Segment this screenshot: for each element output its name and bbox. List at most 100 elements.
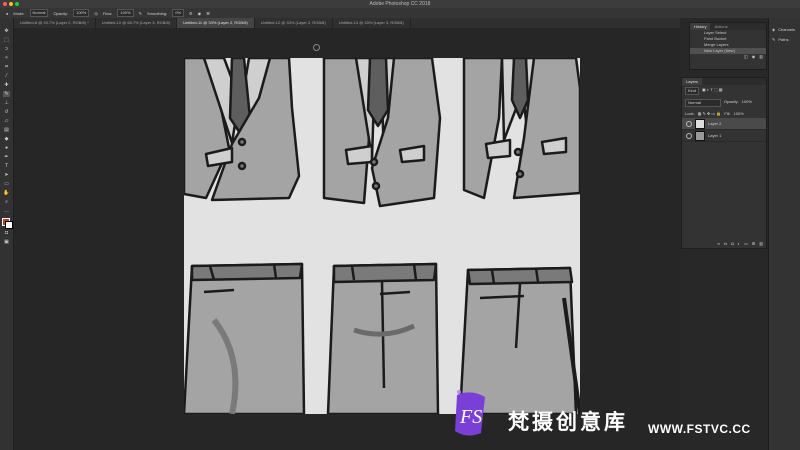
- tab-history[interactable]: History: [690, 23, 711, 30]
- minimize-window-button[interactable]: [9, 2, 13, 6]
- adjustment-icon[interactable]: ◐: [738, 241, 740, 246]
- fx-icon[interactable]: fx: [724, 241, 727, 246]
- fs-logo-icon: FS: [455, 390, 485, 436]
- screen-mode-icon[interactable]: ▣: [3, 239, 10, 245]
- mode-label: Mode:: [13, 10, 25, 16]
- link-icon[interactable]: ∞: [717, 241, 720, 246]
- collapsed-panels: ◈ Channels ✎ Paths: [768, 18, 800, 450]
- watermark-brand: 梵摄创意库: [508, 410, 628, 434]
- visibility-eye-icon[interactable]: [686, 120, 692, 127]
- tab-untitled-12[interactable]: Untitled-12 @ 33% (Layer 2, RGB/8): [255, 18, 333, 28]
- eraser-tool-icon[interactable]: ▱: [3, 118, 10, 124]
- tab-untitled-11[interactable]: Untitled-11 @ 33% (Layer 2, RGB/8): [177, 18, 255, 28]
- quick-mask-icon[interactable]: ◘: [3, 230, 10, 236]
- layer-opacity-field[interactable]: 100%: [742, 99, 752, 107]
- close-window-button[interactable]: [3, 2, 7, 6]
- smoothing-label: Smoothing:: [147, 10, 168, 16]
- blend-mode-select[interactable]: Normal: [685, 99, 721, 107]
- tab-untitled-10[interactable]: Untitled-10 @ 66.7% (Layer 3, RGB/8): [96, 18, 178, 28]
- lasso-tool-icon[interactable]: ↄ: [3, 46, 10, 52]
- airbrush-icon[interactable]: ✎: [139, 11, 142, 16]
- options-bar: ● Mode: Normal Opacity: 100% ◎ Flow: 100…: [0, 8, 800, 18]
- panel-dock: History Actions Layer Select Paint Bucke…: [680, 18, 768, 450]
- paths-panel-button[interactable]: ✎ Paths: [769, 34, 800, 44]
- symmetry-icon[interactable]: ⌘: [206, 11, 210, 16]
- brush-preset-icon[interactable]: ●: [6, 11, 8, 16]
- lock-icons[interactable]: ▦ ✎ ✥ ▭ 🔒: [698, 111, 722, 116]
- layer-name: Layer 1: [708, 133, 722, 138]
- document-tabs: Untitled-8 @ 33.7% (Layer 2, RGB/8) * Un…: [14, 18, 680, 28]
- settings-gear-icon[interactable]: ⚙: [189, 11, 193, 16]
- snapshot-icon[interactable]: ◫: [744, 54, 748, 59]
- zoom-tool-icon[interactable]: ⌕: [3, 199, 10, 205]
- healing-tool-icon[interactable]: ✚: [3, 82, 10, 88]
- stamp-tool-icon[interactable]: ⊥: [3, 100, 10, 106]
- history-brush-icon[interactable]: ↺: [3, 109, 10, 115]
- opacity-field[interactable]: 100%: [73, 9, 90, 17]
- tab-untitled-8[interactable]: Untitled-8 @ 33.7% (Layer 2, RGB/8) *: [14, 18, 96, 28]
- app-title: Adobe Photoshop CC 2018: [369, 1, 431, 7]
- layer-thumbnail: [695, 118, 705, 129]
- tab-untitled-13[interactable]: Untitled-13 @ 33% (Layer 3, RGB/8): [333, 18, 411, 28]
- channels-panel-button[interactable]: ◈ Channels: [769, 24, 800, 34]
- lock-label: Lock:: [685, 111, 695, 116]
- crop-tool-icon[interactable]: ⌗: [3, 64, 10, 70]
- pen-tool-icon[interactable]: ✒: [3, 154, 10, 160]
- layer-row[interactable]: Layer 1: [682, 130, 766, 142]
- pressure-opacity-icon[interactable]: ◎: [94, 11, 98, 16]
- background-color-swatch[interactable]: [5, 221, 13, 229]
- channels-label: Channels: [778, 26, 795, 32]
- eyedropper-tool-icon[interactable]: ⁄: [3, 73, 10, 79]
- smoothing-field[interactable]: 0%: [172, 9, 185, 17]
- new-layer-icon[interactable]: ⊞: [752, 241, 755, 246]
- opacity-label: Opacity:: [53, 10, 69, 16]
- folder-icon[interactable]: ▭: [744, 241, 748, 246]
- zoom-window-button[interactable]: [15, 2, 19, 6]
- kind-filter-select[interactable]: Kind: [685, 87, 700, 95]
- gradient-tool-icon[interactable]: ▤: [3, 127, 10, 133]
- suit-artwork: [184, 58, 580, 414]
- layers-panel: Layers Kind ▣ ◐ T ⬚ ▦ Normal Opacity: 10…: [681, 77, 767, 249]
- flow-field[interactable]: 100%: [117, 9, 134, 17]
- hand-tool-icon[interactable]: ✋: [3, 190, 10, 196]
- fill-label: Fill:: [724, 111, 731, 116]
- paths-icon: ✎: [772, 36, 776, 42]
- mask-icon[interactable]: ◘: [731, 241, 733, 246]
- camera-icon[interactable]: ◉: [752, 54, 756, 59]
- type-tool-icon[interactable]: T: [3, 163, 10, 169]
- title-bar: Adobe Photoshop CC 2018: [0, 0, 800, 8]
- trash-icon[interactable]: ▥: [759, 241, 763, 246]
- move-tool-icon[interactable]: ✥: [3, 28, 10, 34]
- visibility-eye-icon[interactable]: [686, 132, 692, 139]
- history-item-selected[interactable]: New Layer (New): [690, 48, 766, 54]
- document-canvas[interactable]: [184, 58, 580, 414]
- layer-opacity-label: Opacity:: [724, 99, 739, 104]
- brush-cursor-icon: [313, 44, 320, 51]
- pressure-size-icon[interactable]: ◉: [198, 11, 202, 16]
- tab-actions[interactable]: Actions: [710, 23, 731, 30]
- shape-tool-icon[interactable]: ▭: [3, 181, 10, 187]
- tab-layers[interactable]: Layers: [682, 78, 703, 85]
- filter-icons[interactable]: ▣ ◐ T ⬚ ▦: [702, 87, 723, 95]
- channels-icon: ◈: [772, 26, 776, 32]
- fill-field[interactable]: 100%: [733, 111, 743, 116]
- layer-row-selected[interactable]: Layer 2: [682, 118, 766, 130]
- watermark-url: WWW.FSTVC.CC: [648, 422, 751, 436]
- paths-label: Paths: [778, 36, 789, 42]
- mode-select[interactable]: Normal: [29, 9, 49, 17]
- path-select-tool-icon[interactable]: ➤: [3, 172, 10, 178]
- logo-text: FS: [459, 406, 482, 428]
- watermark-logo: FS: [451, 389, 491, 439]
- layer-name: Layer 2: [708, 121, 722, 126]
- quick-select-tool-icon[interactable]: ✧: [3, 55, 10, 61]
- tools-panel: ✥ ⬚ ↄ ✧ ⌗ ⁄ ✚ ✎ ⊥ ↺ ▱ ▤ ◆ ● ✒ T ➤ ▭ ✋ ⌕ …: [0, 18, 14, 450]
- dodge-tool-icon[interactable]: ●: [3, 145, 10, 151]
- flow-label: Flow:: [102, 10, 113, 16]
- history-panel: History Actions Layer Select Paint Bucke…: [689, 22, 767, 70]
- blur-tool-icon[interactable]: ◆: [3, 136, 10, 142]
- more-tools-icon[interactable]: …: [3, 208, 10, 214]
- marquee-tool-icon[interactable]: ⬚: [3, 37, 10, 43]
- layer-thumbnail: [695, 130, 705, 141]
- brush-tool-icon[interactable]: ✎: [3, 91, 10, 97]
- trash-icon[interactable]: ▥: [759, 54, 763, 59]
